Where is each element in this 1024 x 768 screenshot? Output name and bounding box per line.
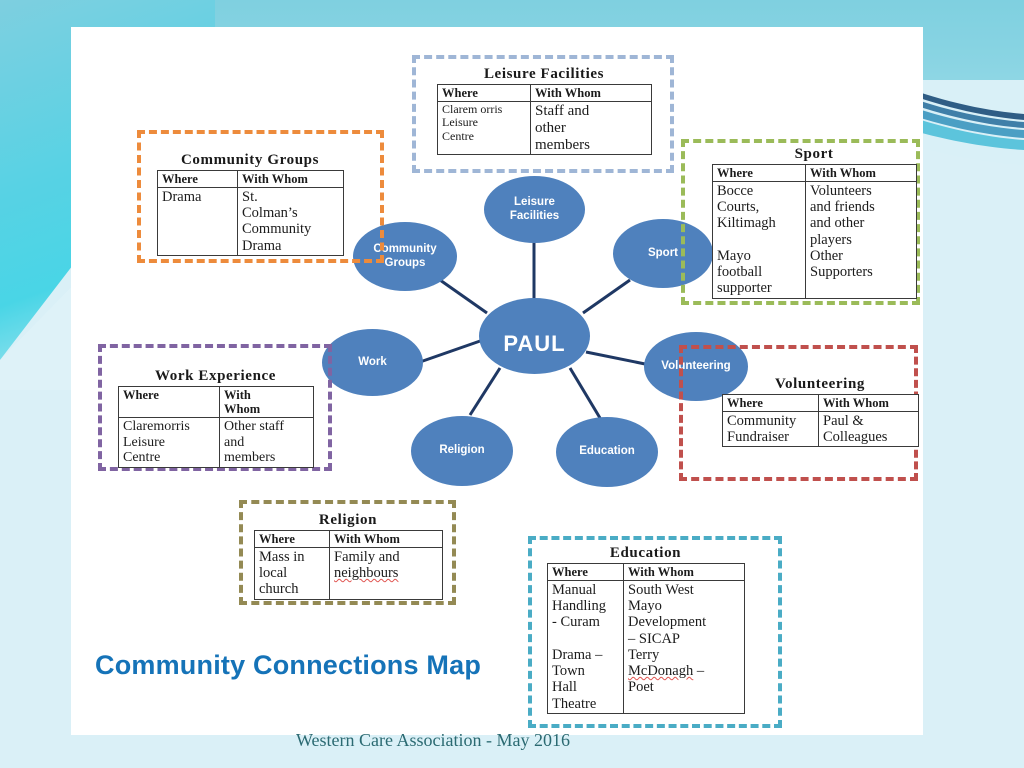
infobox-sport: Sport Where With Whom Bocce Courts, Kiltim…	[712, 146, 917, 299]
diagram-node-label: Work	[358, 355, 387, 368]
cell-where: Manual Handling - Curam Drama – Town Hall The…	[547, 580, 624, 714]
diagram-node-work[interactable]: Work	[322, 329, 423, 396]
column-header-with-whom: With Whom	[818, 394, 919, 412]
cell-with-whom: Other staff and members	[219, 416, 314, 469]
table-header-row: Where With Whom	[722, 394, 919, 412]
infobox-table: Where With Whom Manual Handling - Curam Dr…	[547, 563, 745, 714]
table-row: Bocce Courts, Kiltimagh Mayo football suppor…	[712, 181, 917, 299]
table-header-row: Where With Whom	[157, 170, 344, 188]
infobox-table: Where With Whom Mass in local church Famil…	[254, 530, 443, 600]
column-header-where: Where	[157, 170, 238, 188]
infobox-table: Where With Whom Claremorris Leisure Centre …	[118, 386, 314, 469]
column-header-with-whom: With Whom	[805, 164, 917, 182]
infobox-caption: Sport	[794, 146, 834, 162]
infobox-table: Where With Whom Community Fundraiser Paul…	[722, 394, 919, 448]
infobox-caption: Education	[609, 545, 682, 561]
infobox-work-experience: Work Experience Where With Whom Claremorr…	[118, 368, 314, 469]
column-header-with-whom: With Whom	[237, 170, 344, 188]
cell-where: Clarem orris Leisure Centre	[437, 100, 531, 156]
diagram-node-education[interactable]: Education	[556, 417, 658, 487]
cell-with-whom: South West Mayo Development – SICAP Terry McD…	[623, 580, 745, 714]
column-header-with-whom: With Whom	[530, 84, 652, 102]
infobox-caption: Religion	[318, 512, 378, 528]
column-header-where: Where	[437, 84, 531, 102]
cell-with-whom: Volunteers and friends and other players Oth…	[805, 181, 917, 299]
diagram-node-religion[interactable]: Religion	[411, 416, 513, 486]
diagram-node-label: PAUL	[503, 330, 566, 356]
column-header-where: Where	[547, 563, 624, 581]
column-header-with-whom: With Whom	[329, 530, 443, 548]
column-header-where: Where	[118, 386, 220, 418]
column-header-with-whom: With Whom	[623, 563, 745, 581]
infobox-table: Where With Whom Bocce Courts, Kiltimagh Ma…	[712, 164, 917, 299]
cell-with-whom: Family and neighbours	[329, 547, 443, 600]
infobox-education: Education Where With Whom Manual Handling…	[547, 545, 745, 714]
table-header-row: Where With Whom	[437, 84, 652, 102]
diagram-node-label: Sport	[647, 246, 679, 259]
infobox-caption: Work Experience	[154, 368, 277, 384]
table-header-row: Where With Whom	[712, 164, 917, 182]
slide: PAUL Leisure Facilities Community Groups S…	[0, 0, 1024, 768]
infobox-table: Where With Whom Drama St. Colman’s Communi…	[157, 170, 344, 256]
cell-with-whom: Staff and other members	[530, 100, 652, 156]
infobox-table: Where With Whom Clarem orris Leisure Centr…	[437, 84, 652, 156]
column-header-where: Where	[722, 394, 819, 412]
diagram-node-paul[interactable]: PAUL	[479, 298, 590, 374]
infobox-caption: Leisure Facilities	[483, 66, 605, 82]
infobox-community-groups: Community Groups Where With Whom Drama S…	[157, 152, 344, 256]
cell-where: Drama	[157, 187, 238, 256]
infobox-caption: Community Groups	[180, 152, 320, 168]
table-row: Claremorris Leisure Centre Other staff and m…	[118, 416, 314, 469]
diagram-node-label: Education	[579, 445, 635, 458]
diagram-node-leisure[interactable]: Leisure Facilities	[484, 176, 585, 243]
cell-where: Bocce Courts, Kiltimagh Mayo football suppor…	[712, 181, 806, 299]
cell-where: Mass in local church	[254, 547, 330, 600]
table-row: Clarem orris Leisure Centre Staff and other…	[437, 100, 652, 156]
column-header-with-whom: With Whom	[219, 386, 314, 418]
cell-where: Community Fundraiser	[722, 410, 819, 448]
cell-with-whom: Paul & Colleagues	[818, 410, 919, 448]
footer-text: Western Care Association - May 2016	[296, 730, 570, 750]
diagram-node-label: Religion	[439, 444, 485, 457]
page-title: Community Connections Map	[95, 650, 482, 680]
cell-with-whom: St. Colman’s Community Drama	[237, 187, 344, 256]
table-header-row: Where With Whom	[547, 563, 745, 581]
column-header-where: Where	[712, 164, 806, 182]
cell-where: Claremorris Leisure Centre	[118, 416, 220, 469]
table-row: Drama St. Colman’s Community Drama	[157, 187, 344, 256]
infobox-volunteering: Volunteering Where With Whom Community Fu…	[722, 376, 919, 448]
diagram-node-label: Leisure Facilities	[509, 196, 560, 222]
infobox-leisure-facilities: Leisure Facilities Where With Whom Clare…	[437, 66, 652, 156]
table-row: Mass in local church Family and neighbours	[254, 547, 443, 600]
table-header-row: Where With Whom	[118, 386, 314, 418]
table-header-row: Where With Whom	[254, 530, 443, 548]
infobox-religion: Religion Where With Whom Mass in local chu…	[254, 512, 443, 600]
column-header-where: Where	[254, 530, 330, 548]
table-row: Community Fundraiser Paul & Colleagues	[722, 410, 919, 448]
table-row: Manual Handling - Curam Drama – Town Hall The…	[547, 580, 745, 714]
infobox-caption: Volunteering	[775, 376, 865, 392]
